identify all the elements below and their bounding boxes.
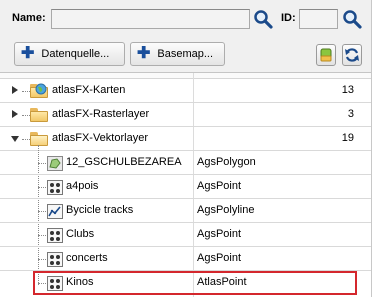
add-basemap-button[interactable]: ✚ Basemap... <box>130 42 225 66</box>
group-name: atlasFX-Vektorlayer <box>52 132 148 144</box>
tree-group-row[interactable]: atlasFX-Vektorlayer 19 <box>0 127 372 151</box>
group-name: atlasFX-Karten <box>52 84 126 96</box>
layer-name: 12_GSCHULBEZAREA <box>66 156 182 168</box>
tree-group-row[interactable]: atlasFX-Rasterlayer 3 <box>0 103 372 127</box>
group-count: 13 <box>341 84 354 96</box>
polyline-layer-icon <box>47 204 63 219</box>
refresh-icon <box>345 48 359 62</box>
group-name: atlasFX-Rasterlayer <box>52 108 150 120</box>
group-count: 3 <box>347 108 354 120</box>
tree-group-row[interactable]: atlasFX-Karten 13 <box>0 79 372 103</box>
add-datasource-button[interactable]: ✚ Datenquelle... <box>14 42 125 66</box>
open-folder-icon <box>30 132 48 146</box>
id-search-button[interactable] <box>341 8 363 30</box>
refresh-button[interactable] <box>342 44 362 66</box>
layer-type: AgsPolygon <box>197 156 256 168</box>
collapse-arrow-icon[interactable] <box>11 136 19 142</box>
search-icon <box>343 10 362 29</box>
expand-arrow-icon[interactable] <box>12 86 18 94</box>
name-search-input[interactable] <box>51 9 250 29</box>
map-folder-icon <box>30 83 48 98</box>
group-count: 19 <box>341 132 354 144</box>
selection-highlight <box>33 271 357 295</box>
layer-name: Bycicle tracks <box>66 204 134 216</box>
id-label: ID: <box>281 12 296 24</box>
point-layer-icon <box>47 228 63 243</box>
id-search-input[interactable] <box>299 9 338 29</box>
clear-button[interactable] <box>316 44 336 66</box>
layer-type: AgsPolyline <box>197 204 255 216</box>
polygon-layer-icon <box>47 156 63 171</box>
layer-type: AgsPoint <box>197 228 242 240</box>
add-basemap-label: Basemap... <box>157 48 214 60</box>
point-layer-icon <box>47 252 63 267</box>
name-search-button[interactable] <box>252 8 274 30</box>
layer-row[interactable]: Bycicle tracks AgsPolyline <box>0 199 372 223</box>
layer-row[interactable]: concerts AgsPoint <box>0 247 372 271</box>
plus-icon: ✚ <box>21 45 35 62</box>
expand-arrow-icon[interactable] <box>12 110 18 118</box>
layer-row[interactable]: a4pois AgsPoint <box>0 175 372 199</box>
layer-tree-table[interactable]: atlasFX-Karten 13 atlasFX-Rasterlayer 3 … <box>0 72 372 297</box>
layer-type: AgsPoint <box>197 252 242 264</box>
layer-row[interactable]: 12_GSCHULBEZAREA AgsPolygon <box>0 151 372 175</box>
point-layer-icon <box>47 180 63 195</box>
plus-icon: ✚ <box>137 45 151 62</box>
layer-name: Clubs <box>66 228 95 240</box>
eraser-icon <box>320 48 332 62</box>
search-icon <box>254 10 273 29</box>
layer-row[interactable]: Clubs AgsPoint <box>0 223 372 247</box>
layer-name: a4pois <box>66 180 99 192</box>
layer-name: concerts <box>66 252 108 264</box>
folder-icon <box>30 108 48 122</box>
name-label: Name: <box>12 12 46 24</box>
search-toolbar-panel: Name: ID: ✚ Datenquelle... ✚ Basemap... <box>0 0 372 72</box>
layer-type: AgsPoint <box>197 180 242 192</box>
add-datasource-label: Datenquelle... <box>41 48 110 60</box>
